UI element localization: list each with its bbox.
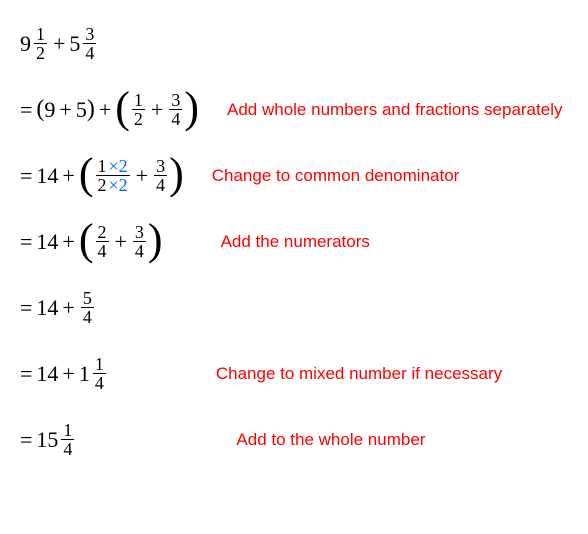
numerator: 3 xyxy=(133,223,146,241)
paren: ) xyxy=(87,96,95,123)
plus-op: + xyxy=(99,97,111,123)
equals: = xyxy=(20,229,32,255)
step-note: Change to mixed number if necessary xyxy=(216,364,502,384)
fraction: 1 4 xyxy=(61,421,74,460)
fraction: 1 ×2 2 ×2 xyxy=(96,157,130,196)
whole: 9 xyxy=(20,31,31,57)
whole: 5 xyxy=(69,31,80,57)
equals: = xyxy=(20,361,32,387)
denominator: 4 xyxy=(83,43,96,64)
equals: = xyxy=(20,295,32,321)
number: 14 xyxy=(36,361,58,387)
numerator: 1 xyxy=(34,25,47,43)
numerator: 3 xyxy=(169,91,182,109)
math-expr: = 14 + ( 1 ×2 2 ×2 + 3 4 ) xyxy=(20,157,184,196)
step-note: Change to common denominator xyxy=(212,166,460,186)
math-expr: = 14 + 5 4 xyxy=(20,289,96,328)
paren: ( xyxy=(79,222,94,257)
step-3: = 14 + ( 1 ×2 2 ×2 + 3 4 ) Change to com… xyxy=(20,152,568,200)
math-expr: = 15 1 4 xyxy=(20,421,76,460)
numerator: 1 ×2 xyxy=(96,157,130,175)
paren: ) xyxy=(184,90,199,125)
number: 14 xyxy=(36,229,58,255)
num-part: 1 xyxy=(98,157,107,175)
numerator: 1 xyxy=(132,91,145,109)
plus-op: + xyxy=(151,97,163,123)
fraction: 1 2 xyxy=(132,91,145,130)
mixed-number: 15 1 4 xyxy=(36,421,76,460)
step-2: = ( 9 + 5 ) + ( 1 2 + 3 4 ) Add whole nu… xyxy=(20,86,568,134)
denominator: 2 ×2 xyxy=(96,175,130,196)
fraction: 3 4 xyxy=(169,91,182,130)
step-note: Add whole numbers and fractions separate… xyxy=(227,100,562,120)
fraction: 2 4 xyxy=(96,223,109,262)
denominator: 4 xyxy=(81,307,94,328)
denominator: 4 xyxy=(154,175,167,196)
whole: 1 xyxy=(79,361,90,387)
fraction: 1 4 xyxy=(93,355,106,394)
fraction: 5 4 xyxy=(81,289,94,328)
paren: ) xyxy=(148,222,163,257)
denominator: 4 xyxy=(96,241,109,262)
denominator: 4 xyxy=(61,439,74,460)
equals: = xyxy=(20,97,32,123)
step-1: 9 1 2 + 5 3 4 xyxy=(20,20,568,68)
paren: ( xyxy=(115,90,130,125)
mixed-number: 1 1 4 xyxy=(79,355,108,394)
equals: = xyxy=(20,427,32,453)
fraction: 3 4 xyxy=(83,25,96,64)
number: 9 xyxy=(44,97,55,123)
plus-op: + xyxy=(62,229,74,255)
numerator: 2 xyxy=(96,223,109,241)
step-4: = 14 + ( 2 4 + 3 4 ) Add the numerators xyxy=(20,218,568,266)
fraction: 3 4 xyxy=(133,223,146,262)
plus-op: + xyxy=(59,97,71,123)
whole: 15 xyxy=(36,427,58,453)
den-part: 2 xyxy=(98,176,107,196)
number: 5 xyxy=(76,97,87,123)
multiplier: ×2 xyxy=(109,176,128,196)
plus-op: + xyxy=(62,163,74,189)
numerator: 3 xyxy=(154,157,167,175)
math-expr: = ( 9 + 5 ) + ( 1 2 + 3 4 ) xyxy=(20,91,199,130)
numerator: 1 xyxy=(93,355,106,373)
fraction: 3 4 xyxy=(154,157,167,196)
math-expr: = 14 + ( 2 4 + 3 4 ) xyxy=(20,223,163,262)
step-7: = 15 1 4 Add to the whole number xyxy=(20,416,568,464)
step-note: Add the numerators xyxy=(221,232,370,252)
plus-op: + xyxy=(53,31,65,57)
multiplier: ×2 xyxy=(109,157,128,175)
plus-op: + xyxy=(115,229,127,255)
paren: ( xyxy=(36,96,44,123)
numerator: 1 xyxy=(61,421,74,439)
denominator: 4 xyxy=(133,241,146,262)
mixed-number: 9 1 2 xyxy=(20,25,49,64)
step-5: = 14 + 5 4 xyxy=(20,284,568,332)
denominator: 2 xyxy=(132,109,145,130)
mixed-number: 5 3 4 xyxy=(69,25,98,64)
denominator: 4 xyxy=(93,373,106,394)
step-6: = 14 + 1 1 4 Change to mixed number if n… xyxy=(20,350,568,398)
denominator: 4 xyxy=(169,109,182,130)
equals: = xyxy=(20,163,32,189)
fraction: 1 2 xyxy=(34,25,47,64)
paren: ( xyxy=(79,156,94,191)
paren: ) xyxy=(169,156,184,191)
step-note: Add to the whole number xyxy=(236,430,425,450)
plus-op: + xyxy=(136,163,148,189)
number: 14 xyxy=(36,163,58,189)
plus-op: + xyxy=(62,361,74,387)
math-expr: 9 1 2 + 5 3 4 xyxy=(20,25,98,64)
math-expr: = 14 + 1 1 4 xyxy=(20,355,108,394)
numerator: 3 xyxy=(83,25,96,43)
denominator: 2 xyxy=(34,43,47,64)
plus-op: + xyxy=(62,295,74,321)
number: 14 xyxy=(36,295,58,321)
numerator: 5 xyxy=(81,289,94,307)
